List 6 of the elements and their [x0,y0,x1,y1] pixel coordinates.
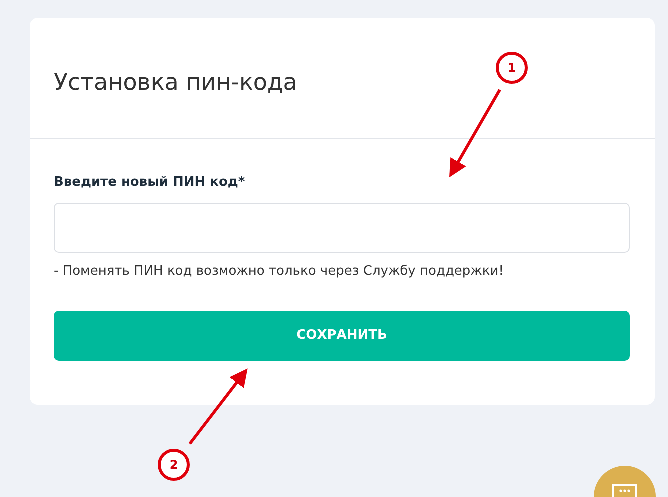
card-title: Установка пин-кода [54,70,298,98]
hint-text: - Поменять ПИН код возможно только через Службу поддержки! [54,263,505,282]
callout-number: 2 [158,449,190,481]
pin-input-field[interactable] [54,203,630,254]
save-button[interactable]: СОХРАНИТЬ [54,310,630,361]
field-label: Введите новый ПИН код* [54,174,246,192]
